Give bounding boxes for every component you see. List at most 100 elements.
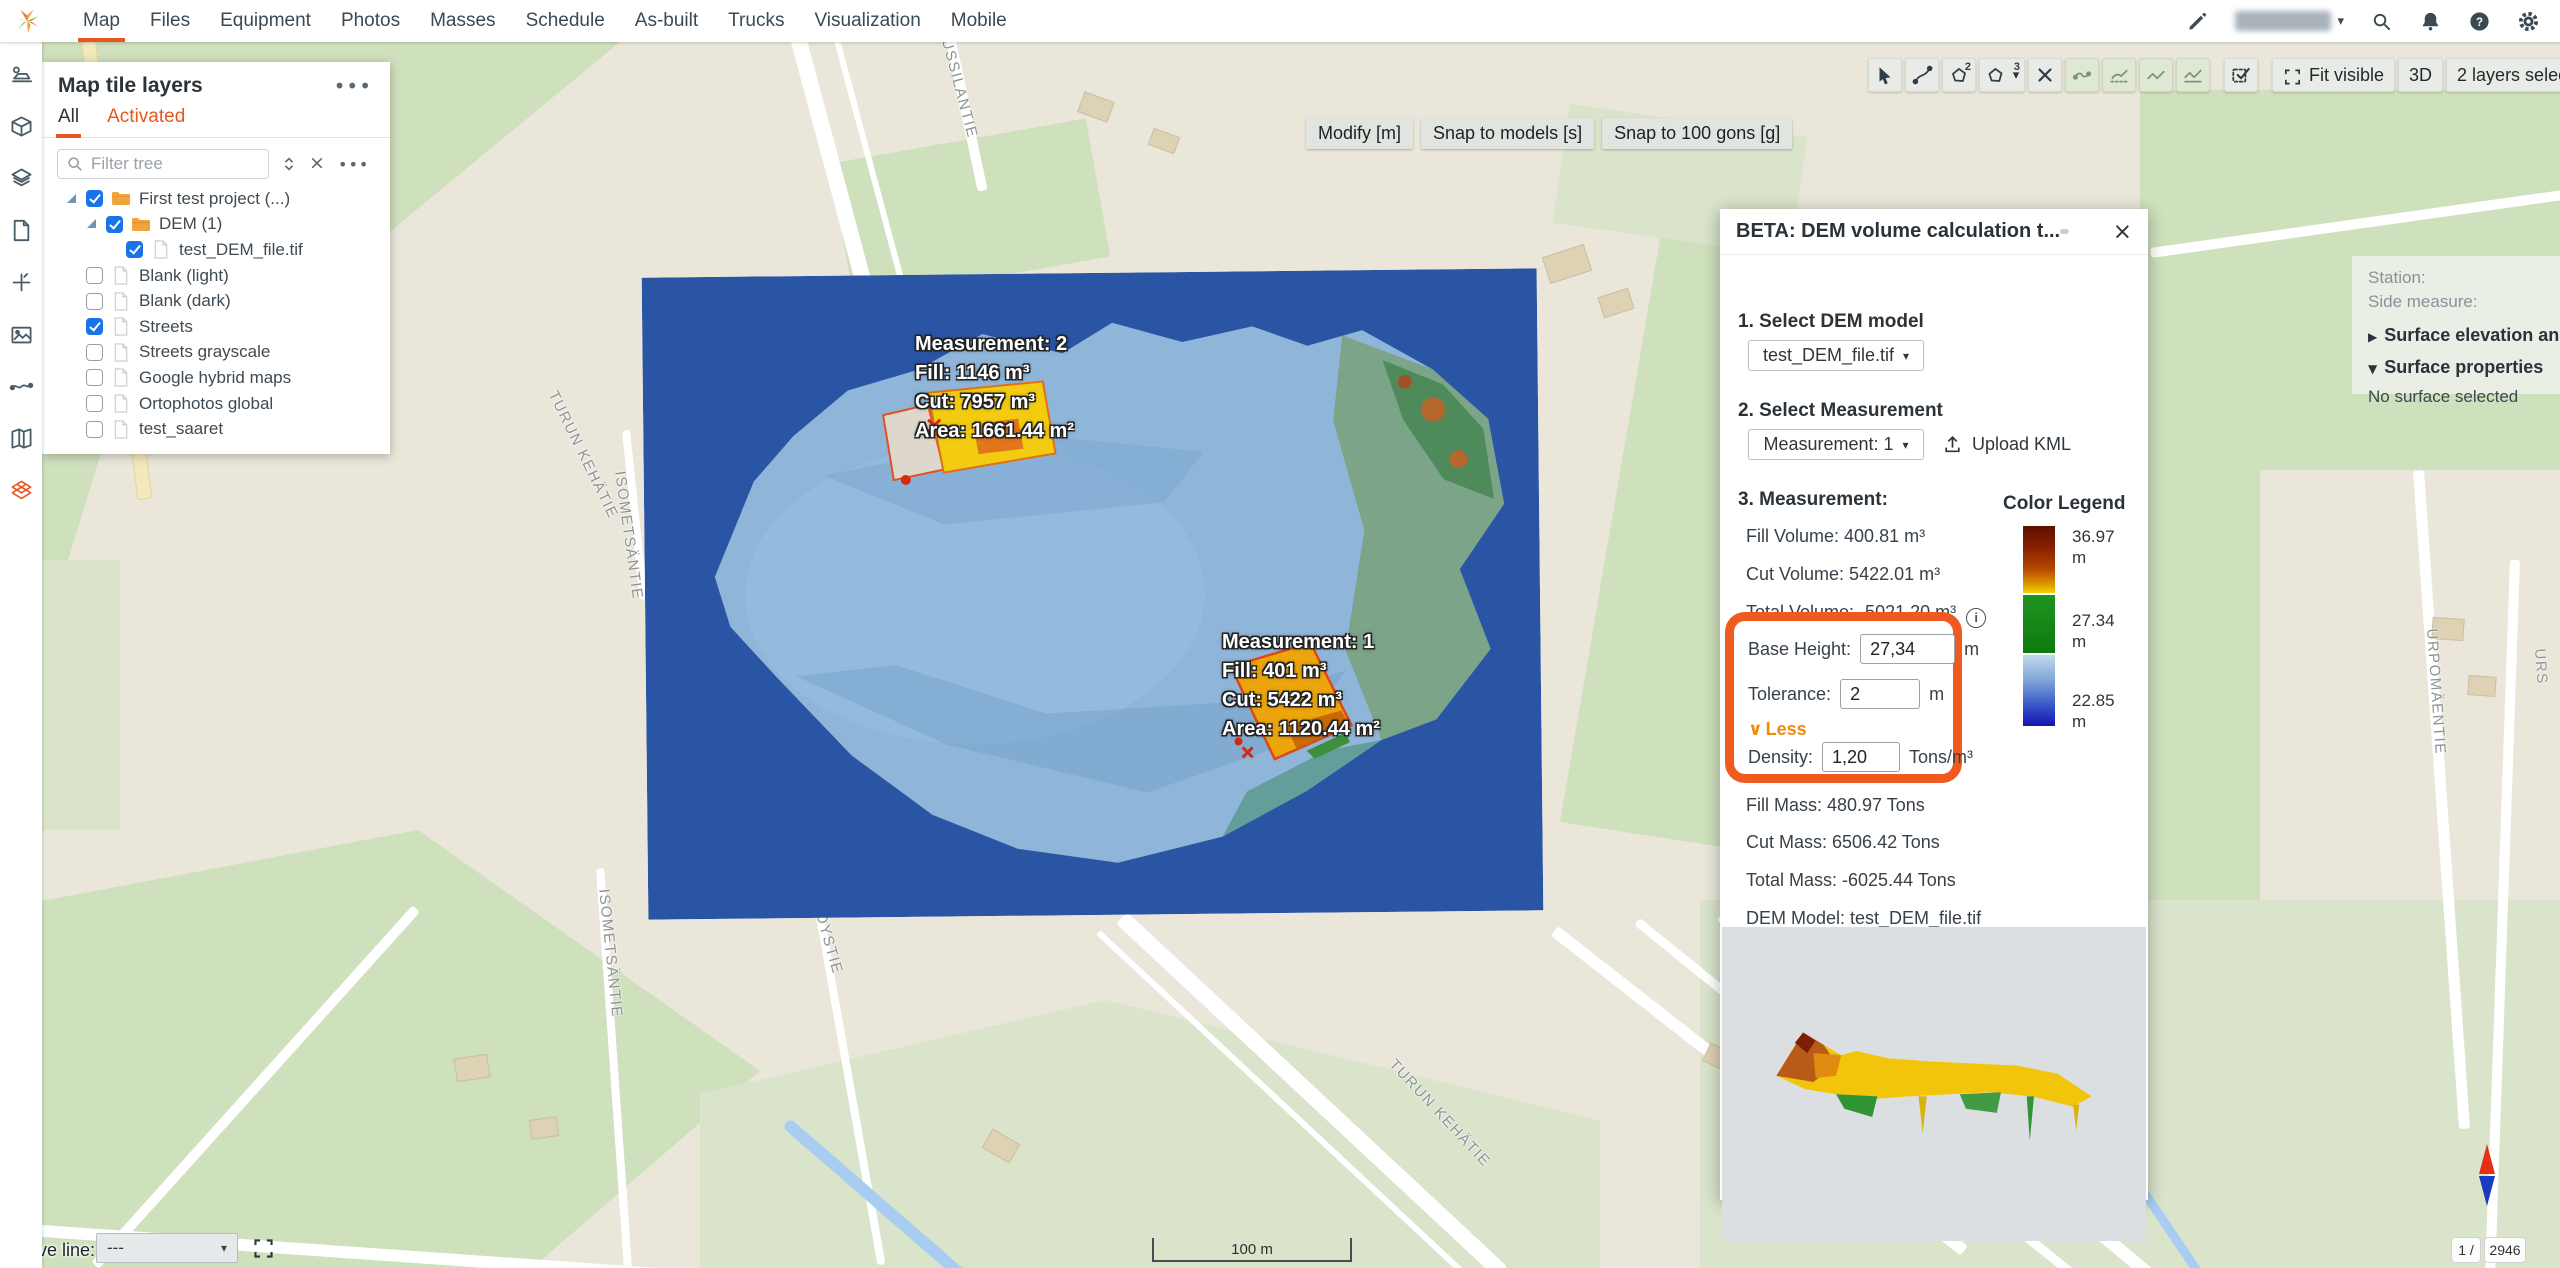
dem-overlay[interactable] — [641, 268, 1544, 920]
surface-properties-section[interactable]: ▼ Surface properties — [2368, 357, 2560, 378]
nav-item-files[interactable]: Files — [135, 0, 205, 42]
project-selector[interactable]: ▾ — [2235, 11, 2344, 31]
tree-checkbox[interactable] — [86, 190, 103, 208]
snap-to-models-button[interactable]: Snap to models [s] — [1421, 118, 1595, 149]
layers-selected-dropdown[interactable]: 2 layers selected▾ — [2446, 58, 2560, 92]
nav-item-schedule[interactable]: Schedule — [511, 0, 620, 42]
fit-visible-button[interactable]: Fit visible — [2272, 58, 2396, 92]
polygon-volume-icon — [1985, 64, 2007, 86]
three-d-button[interactable]: 3D — [2398, 58, 2444, 92]
tree-expander-icon[interactable] — [66, 193, 78, 205]
terrain-3d-preview[interactable] — [1722, 927, 2146, 1241]
tab-activated[interactable]: Activated — [107, 106, 185, 137]
document-icon[interactable] — [9, 218, 34, 243]
nav-item-mobile[interactable]: Mobile — [936, 0, 1022, 42]
edit-pencil-icon[interactable] — [2186, 10, 2209, 33]
nav-item-photos[interactable]: Photos — [326, 0, 415, 42]
nav-item-equipment[interactable]: Equipment — [205, 0, 326, 42]
tab-all[interactable]: All — [55, 106, 82, 138]
clear-filter-icon[interactable]: × — [309, 154, 327, 173]
tree-checkbox[interactable] — [106, 215, 123, 233]
tree-checkbox[interactable] — [126, 241, 143, 259]
tree-checkbox[interactable] — [86, 395, 103, 413]
search-icon[interactable] — [2370, 10, 2393, 33]
polyline-button[interactable] — [2139, 58, 2173, 92]
cube-icon[interactable] — [9, 114, 34, 139]
snap-to-gons-button[interactable]: Snap to 100 gons [g] — [1602, 118, 1793, 149]
nav-item-visualization[interactable]: Visualization — [799, 0, 935, 42]
tree-expander-spacer — [66, 270, 78, 282]
upload-kml-button[interactable]: Upload KML — [1942, 434, 2071, 455]
delete-x-button[interactable] — [2028, 58, 2062, 92]
image-icon[interactable] — [9, 322, 34, 347]
tree-item[interactable]: First test project (...) — [42, 186, 390, 212]
nav-item-trucks[interactable]: Trucks — [713, 0, 799, 42]
tree-expander-spacer — [66, 423, 78, 435]
close-icon[interactable]: × — [2113, 220, 2132, 243]
tree-item[interactable]: Blank (dark) — [42, 288, 390, 314]
tolerance-input[interactable] — [1840, 679, 1921, 709]
tree-checkbox[interactable] — [86, 318, 103, 336]
dem-model-dropdown[interactable]: test_DEM_file.tif ▾ — [1748, 340, 1924, 371]
tree-expander-spacer — [66, 346, 78, 358]
curve-slope-button[interactable] — [2102, 58, 2136, 92]
polyline-edit-button[interactable] — [2176, 58, 2210, 92]
map-building — [1597, 287, 1635, 319]
nav-item-as-built[interactable]: As-built — [620, 0, 713, 42]
minimize-handle[interactable] — [2060, 229, 2069, 234]
tree-expander-icon[interactable] — [86, 218, 98, 230]
map-green-area — [0, 830, 760, 1268]
tree-checkbox[interactable] — [86, 267, 103, 285]
tree-item[interactable]: test_saaret — [42, 416, 390, 442]
polygon-area-button[interactable]: 2 — [1942, 58, 1976, 92]
less-toggle[interactable]: ∨ Less — [1748, 719, 1807, 740]
tree-item[interactable]: Blank (light) — [42, 263, 390, 289]
select-area-check-button[interactable] — [2224, 58, 2258, 92]
mesh-layers-icon[interactable] — [9, 478, 34, 503]
measure-cross-icon[interactable] — [9, 270, 34, 295]
fullscreen-icon[interactable] — [252, 1237, 275, 1260]
info-icon[interactable]: i — [1966, 607, 1987, 628]
curve-closed-button[interactable] — [2065, 58, 2099, 92]
nav-item-map[interactable]: Map — [68, 0, 135, 42]
tree-item-label: First test project (...) — [139, 188, 291, 208]
terrain-paint-icon[interactable] — [9, 62, 34, 87]
tree-checkbox[interactable] — [86, 292, 103, 310]
layers-icon[interactable] — [9, 166, 34, 191]
density-input[interactable] — [1822, 742, 1901, 772]
tree-item[interactable]: DEM (1) — [42, 212, 390, 238]
measure-line-button[interactable] — [1905, 58, 1939, 92]
map-book-icon[interactable] — [9, 426, 34, 451]
nav-item-masses[interactable]: Masses — [415, 0, 510, 42]
cut-mass-value: Cut Mass: 6506.42 Tons — [1746, 832, 1940, 852]
filter-tree-input[interactable]: Filter tree — [57, 149, 269, 179]
tree-item[interactable]: Ortophotos global — [42, 391, 390, 417]
help-icon[interactable]: ? — [2468, 10, 2491, 33]
measurement-dropdown[interactable]: Measurement: 1 ▾ — [1748, 429, 1924, 460]
notifications-bell-icon[interactable] — [2419, 10, 2442, 33]
compass-needle-icon[interactable] — [2477, 1143, 2497, 1212]
station-label: Station: — [2368, 268, 2426, 287]
tree-checkbox[interactable] — [86, 420, 103, 438]
tree-item[interactable]: Streets — [42, 314, 390, 340]
tree-item[interactable]: Google hybrid maps — [42, 365, 390, 391]
legend-neutral-green — [2023, 595, 2055, 653]
active-line-dropdown[interactable]: --- ▾ — [96, 1233, 238, 1263]
tree-item[interactable]: test_DEM_file.tif — [42, 237, 390, 263]
select-cursor-button[interactable] — [1868, 58, 1902, 92]
expand-collapse-all-icon[interactable] — [280, 155, 298, 173]
app-logo-icon[interactable] — [12, 6, 42, 36]
settings-gear-icon[interactable] — [2517, 10, 2540, 33]
tree-checkbox[interactable] — [86, 369, 103, 387]
base-height-input[interactable] — [1860, 634, 1956, 664]
tree-checkbox[interactable] — [86, 343, 103, 361]
surface-elevation-section[interactable]: ▶Surface elevation and area — [2368, 325, 2560, 346]
tree-menu-icon[interactable]: ••• — [338, 155, 369, 174]
measurement-1-label: Measurement: 1 Fill: 401 m³ Cut: 5422 m³… — [1222, 631, 1380, 740]
panel-menu-icon[interactable]: ••• — [334, 74, 372, 98]
polygon-volume-button[interactable]: 3 ▾ — [1979, 58, 2025, 92]
modify-button[interactable]: Modify [m] — [1306, 118, 1414, 149]
curve-line-icon[interactable] — [9, 374, 34, 399]
tree-item[interactable]: Streets grayscale — [42, 340, 390, 366]
scale-ratio-value[interactable]: 2946 — [2484, 1237, 2526, 1263]
